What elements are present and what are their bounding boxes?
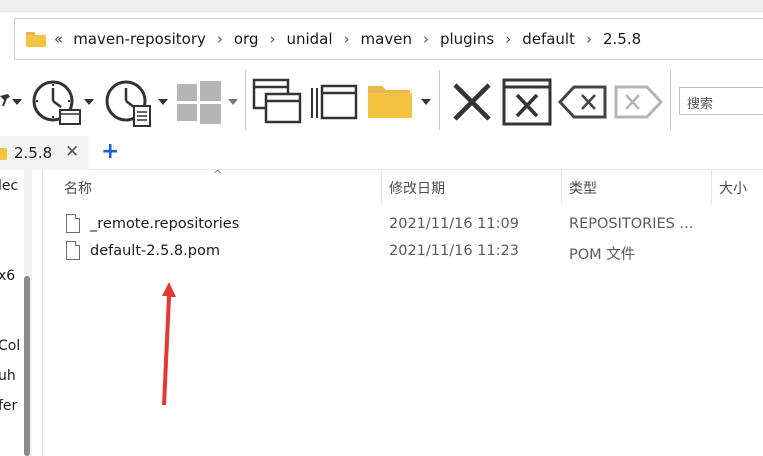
nav-item[interactable]: uh xyxy=(0,368,16,384)
folder-icon xyxy=(26,31,46,47)
toolbar-separator xyxy=(439,70,440,130)
chevron-down-icon[interactable] xyxy=(12,99,22,105)
close-x-icon[interactable] xyxy=(452,82,492,122)
file-name: default-2.5.8.pom xyxy=(90,243,220,259)
breadcrumb-overflow[interactable]: « xyxy=(54,30,63,48)
breadcrumb-maven[interactable]: maven xyxy=(361,30,412,48)
breadcrumb-separator[interactable]: › xyxy=(344,30,350,48)
folder-icon xyxy=(0,148,7,160)
file-type: POM 文件 xyxy=(569,247,636,263)
toolbar-separator xyxy=(670,70,671,130)
breadcrumb-maven-repository[interactable]: maven-repository xyxy=(73,30,206,48)
add-tab-button[interactable]: + xyxy=(101,139,119,164)
chevron-down-icon[interactable] xyxy=(84,99,94,105)
tab-label: 2.5.8 xyxy=(14,144,53,162)
column-header-type[interactable]: 类型 xyxy=(561,170,711,204)
folder-icon[interactable] xyxy=(366,82,414,120)
toolbar-separator xyxy=(245,70,246,130)
pane-divider[interactable] xyxy=(42,170,43,456)
new-window-icon[interactable] xyxy=(252,78,302,124)
chevron-down-icon[interactable] xyxy=(228,99,238,105)
breadcrumb-separator[interactable]: › xyxy=(217,30,223,48)
nav-item[interactable]: lec xyxy=(0,178,18,194)
file-row[interactable]: _remote.repositories 2021/11/16 11:09 RE… xyxy=(56,212,763,238)
history-open-icon[interactable] xyxy=(30,76,82,128)
window-top-strip xyxy=(0,0,763,12)
window-list-icon[interactable] xyxy=(310,82,358,122)
column-header-size[interactable]: 大小 xyxy=(711,170,763,204)
file-type: REPOSITORIES ... xyxy=(569,216,694,232)
file-icon xyxy=(66,214,80,233)
nav-item[interactable]: Col xyxy=(0,338,20,354)
breadcrumb-unidal[interactable]: unidal xyxy=(286,30,332,48)
breadcrumb-default[interactable]: default xyxy=(522,30,575,48)
nav-item[interactable]: x6 xyxy=(0,268,15,284)
windows-icon[interactable] xyxy=(176,80,222,124)
breadcrumb-separator[interactable]: › xyxy=(505,30,511,48)
tab-bar: 2.5.8 ✕ + xyxy=(0,136,763,170)
chevron-down-icon[interactable] xyxy=(421,99,431,105)
breadcrumb-separator[interactable]: › xyxy=(586,30,592,48)
address-bar[interactable]: « maven-repository › org › unidal › mave… xyxy=(14,18,763,60)
close-window-icon[interactable] xyxy=(502,78,552,126)
file-icon xyxy=(66,241,80,260)
close-icon[interactable]: ✕ xyxy=(65,142,79,162)
file-explorer-window: « maven-repository › org › unidal › mave… xyxy=(0,0,763,456)
breadcrumb-org[interactable]: org xyxy=(234,30,259,48)
breadcrumb-current[interactable]: 2.5.8 xyxy=(603,30,641,48)
column-header-name[interactable]: 名称 xyxy=(56,170,381,204)
file-date: 2021/11/16 11:09 xyxy=(389,216,519,232)
search-input[interactable]: 搜索 xyxy=(679,87,763,115)
clear-right-icon[interactable] xyxy=(613,84,663,120)
breadcrumb-plugins[interactable]: plugins xyxy=(440,30,494,48)
file-row[interactable]: default-2.5.8.pom 2021/11/16 11:23 POM 文… xyxy=(56,239,763,265)
file-name: _remote.repositories xyxy=(90,216,240,232)
breadcrumb-separator[interactable]: › xyxy=(269,30,275,48)
history-properties-icon[interactable] xyxy=(104,76,156,128)
file-date: 2021/11/16 11:23 xyxy=(389,243,519,259)
nav-item[interactable]: fer xyxy=(0,398,17,414)
chevron-down-icon[interactable] xyxy=(158,99,168,105)
clear-left-icon[interactable] xyxy=(558,84,608,120)
column-header-date[interactable]: 修改日期 xyxy=(381,170,561,204)
pin-icon[interactable] xyxy=(0,88,12,114)
tab-current-folder[interactable]: 2.5.8 ✕ xyxy=(0,136,89,170)
breadcrumb-separator[interactable]: › xyxy=(423,30,429,48)
nav-scrollbar-thumb[interactable] xyxy=(24,276,30,456)
